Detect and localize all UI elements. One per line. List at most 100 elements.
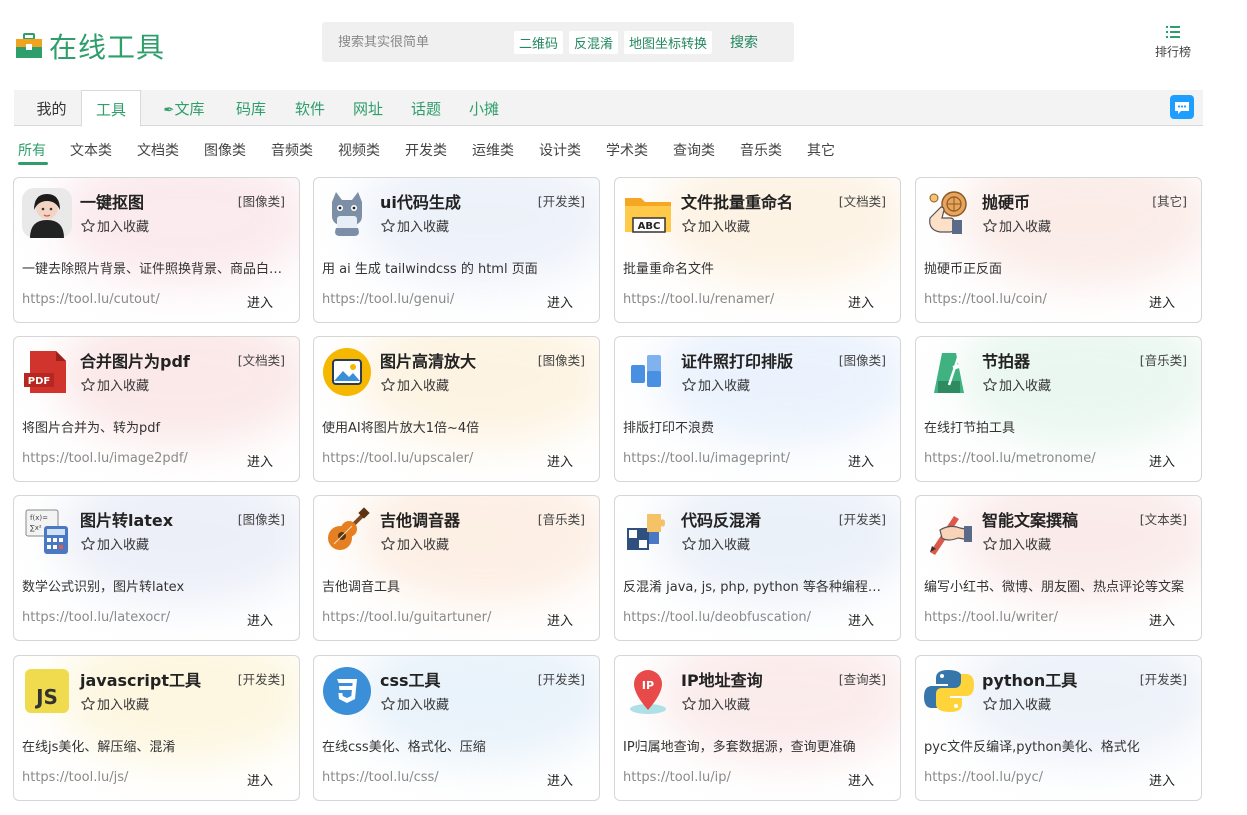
add-favorite-button[interactable]: 加入收藏 bbox=[681, 534, 750, 553]
enter-button[interactable]: 进入 bbox=[1149, 451, 1175, 470]
enter-button[interactable]: 进入 bbox=[247, 292, 273, 311]
add-favorite-button[interactable]: 加入收藏 bbox=[380, 375, 449, 394]
filter-audio[interactable]: 音频类 bbox=[271, 140, 313, 160]
nav-tools[interactable]: 工具 bbox=[81, 90, 141, 127]
card-url-link[interactable]: https://tool.lu/coin/ bbox=[924, 292, 1047, 307]
enter-button[interactable]: 进入 bbox=[547, 770, 573, 789]
filter-image[interactable]: 图像类 bbox=[204, 140, 246, 160]
add-favorite-button[interactable]: 加入收藏 bbox=[681, 375, 750, 394]
enter-button[interactable]: 进入 bbox=[1149, 770, 1175, 789]
enter-button[interactable]: 进入 bbox=[247, 451, 273, 470]
tool-card[interactable]: 证件照打印排版 [图像类] 加入收藏 排版打印不浪费 https://tool.lu/i… bbox=[614, 336, 901, 482]
enter-button[interactable]: 进入 bbox=[848, 610, 874, 629]
card-title[interactable]: css工具 bbox=[380, 667, 441, 691]
card-url-link[interactable]: https://tool.lu/imageprint/ bbox=[623, 451, 790, 466]
add-favorite-button[interactable]: 加入收藏 bbox=[380, 216, 449, 235]
tool-card[interactable]: 节拍器 [音乐类] 加入收藏 在线打节拍工具 https://tool.lu/metro… bbox=[915, 336, 1202, 482]
nav-library[interactable]: ✒文库 bbox=[156, 90, 212, 126]
enter-button[interactable]: 进入 bbox=[247, 610, 273, 629]
chat-button[interactable] bbox=[1170, 95, 1194, 119]
nav-software[interactable]: 软件 bbox=[293, 90, 327, 126]
nav-websites[interactable]: 网址 bbox=[351, 90, 385, 126]
card-title[interactable]: python工具 bbox=[982, 667, 1077, 691]
add-favorite-button[interactable]: 加入收藏 bbox=[80, 375, 149, 394]
nav-mine[interactable]: 我的 bbox=[24, 90, 79, 126]
card-url-link[interactable]: https://tool.lu/css/ bbox=[322, 770, 439, 785]
tool-card[interactable]: 智能文案撰稿 [文本类] 加入收藏 编写小红书、微博、朋友圈、热点评论等文案 https… bbox=[915, 495, 1202, 641]
add-favorite-button[interactable]: 加入收藏 bbox=[982, 534, 1051, 553]
filter-academic[interactable]: 学术类 bbox=[606, 140, 648, 160]
enter-button[interactable]: 进入 bbox=[848, 451, 874, 470]
tool-card[interactable]: ui代码生成 [开发类] 加入收藏用 ai 生成 tailwindcss 的 htm… bbox=[313, 177, 600, 323]
card-title[interactable]: 图片转latex bbox=[80, 507, 173, 531]
filter-music[interactable]: 音乐类 bbox=[740, 140, 782, 160]
site-logo[interactable]: 在线工具 bbox=[15, 26, 165, 66]
nav-stall[interactable]: 小摊 bbox=[467, 90, 501, 126]
enter-button[interactable]: 进入 bbox=[247, 770, 273, 789]
tool-card[interactable]: 图片高清放大 [图像类] 加入收藏 使用AI将图片放大1倍~4倍 https://too… bbox=[313, 336, 600, 482]
card-title[interactable]: 节拍器 bbox=[982, 348, 1030, 372]
filter-other[interactable]: 其它 bbox=[807, 140, 835, 160]
card-title[interactable]: 抛硬币 bbox=[982, 189, 1030, 213]
ranking-button[interactable]: 排行榜 bbox=[1150, 24, 1196, 60]
tool-card[interactable]: 代码反混淆 [开发类] 加入收藏 反混淆 java, js, php, python … bbox=[614, 495, 901, 641]
tool-card[interactable]: 抛硬币 [其它] 加入收藏 抛硬币正反面 https://tool.lu/coin/进入 bbox=[915, 177, 1202, 323]
enter-button[interactable]: 进入 bbox=[547, 292, 573, 311]
enter-button[interactable]: 进入 bbox=[547, 610, 573, 629]
card-url-link[interactable]: https://tool.lu/writer/ bbox=[924, 610, 1058, 625]
tool-card[interactable]: f(x)= ∑x² 图片转latex [图像类] 加入收藏 数学公式识别，图片转latex… bbox=[13, 495, 300, 641]
enter-button[interactable]: 进入 bbox=[1149, 292, 1175, 311]
filter-video[interactable]: 视频类 bbox=[338, 140, 380, 160]
card-title[interactable]: IP地址查询 bbox=[681, 667, 763, 691]
tool-card[interactable]: python工具 [开发类] 加入收藏 pyc文件反编译,python美化、格式化 ht… bbox=[915, 655, 1202, 801]
add-favorite-button[interactable]: 加入收藏 bbox=[80, 534, 149, 553]
filter-text[interactable]: 文本类 bbox=[70, 140, 112, 160]
add-favorite-button[interactable]: 加入收藏 bbox=[80, 694, 149, 713]
filter-design[interactable]: 设计类 bbox=[539, 140, 581, 160]
search-input[interactable] bbox=[338, 34, 508, 50]
tool-card[interactable]: 一键抠图 [图像类] 加入收藏 一键去除照片背景、证件照换背景、商品白… https:/… bbox=[13, 177, 300, 323]
filter-document[interactable]: 文档类 bbox=[137, 140, 179, 160]
card-title[interactable]: 图片高清放大 bbox=[380, 348, 476, 372]
search-tag-deobfuscate[interactable]: 反混淆 bbox=[569, 30, 619, 54]
card-title[interactable]: 证件照打印排版 bbox=[681, 348, 793, 372]
enter-button[interactable]: 进入 bbox=[547, 451, 573, 470]
card-url-link[interactable]: https://tool.lu/guitartuner/ bbox=[322, 610, 491, 625]
tool-card[interactable]: css工具 [开发类] 加入收藏 在线css美化、格式化、压缩 https://tool… bbox=[313, 655, 600, 801]
card-title[interactable]: 文件批量重命名 bbox=[681, 189, 793, 213]
card-url-link[interactable]: https://tool.lu/upscaler/ bbox=[322, 451, 473, 466]
enter-button[interactable]: 进入 bbox=[848, 292, 874, 311]
enter-button[interactable]: 进入 bbox=[848, 770, 874, 789]
card-url-link[interactable]: https://tool.lu/cutout/ bbox=[22, 292, 160, 307]
search-button[interactable]: 搜索 bbox=[730, 32, 758, 52]
add-favorite-button[interactable]: 加入收藏 bbox=[982, 694, 1051, 713]
tool-card[interactable]: 吉他调音器 [音乐类] 加入收藏 吉他调音工具 https://tool.lu/guit… bbox=[313, 495, 600, 641]
search-tag-map-coords[interactable]: 地图坐标转换 bbox=[624, 30, 713, 54]
card-url-link[interactable]: https://tool.lu/js/ bbox=[22, 770, 128, 785]
tool-card[interactable]: JS javascript工具 [开发类] 加入收藏 在线js美化、解压缩、混淆 http… bbox=[13, 655, 300, 801]
search-tag-qrcode[interactable]: 二维码 bbox=[514, 30, 564, 54]
nav-codebase[interactable]: 码库 bbox=[234, 90, 268, 126]
card-url-link[interactable]: https://tool.lu/image2pdf/ bbox=[22, 451, 188, 466]
card-title[interactable]: 吉他调音器 bbox=[380, 507, 460, 531]
tool-card[interactable]: IP IP地址查询 [查询类] 加入收藏 IP归属地查询，多套数据源，查询更准确 http… bbox=[614, 655, 901, 801]
card-url-link[interactable]: https://tool.lu/renamer/ bbox=[623, 292, 774, 307]
add-favorite-button[interactable]: 加入收藏 bbox=[982, 216, 1051, 235]
filter-query[interactable]: 查询类 bbox=[673, 140, 715, 160]
card-url-link[interactable]: https://tool.lu/genui/ bbox=[322, 292, 454, 307]
card-url-link[interactable]: https://tool.lu/deobfuscation/ bbox=[623, 610, 811, 625]
enter-button[interactable]: 进入 bbox=[1149, 610, 1175, 629]
add-favorite-button[interactable]: 加入收藏 bbox=[982, 375, 1051, 394]
card-url-link[interactable]: https://tool.lu/ip/ bbox=[623, 770, 731, 785]
add-favorite-button[interactable]: 加入收藏 bbox=[681, 694, 750, 713]
card-title[interactable]: 代码反混淆 bbox=[681, 507, 761, 531]
add-favorite-button[interactable]: 加入收藏 bbox=[681, 216, 750, 235]
card-title[interactable]: 一键抠图 bbox=[80, 189, 144, 213]
card-url-link[interactable]: https://tool.lu/metronome/ bbox=[924, 451, 1096, 466]
filter-ops[interactable]: 运维类 bbox=[472, 140, 514, 160]
filter-dev[interactable]: 开发类 bbox=[405, 140, 447, 160]
card-url-link[interactable]: https://tool.lu/latexocr/ bbox=[22, 610, 170, 625]
card-title[interactable]: ui代码生成 bbox=[380, 189, 461, 213]
filter-all[interactable]: 所有 bbox=[18, 140, 46, 160]
card-title[interactable]: javascript工具 bbox=[80, 667, 201, 691]
